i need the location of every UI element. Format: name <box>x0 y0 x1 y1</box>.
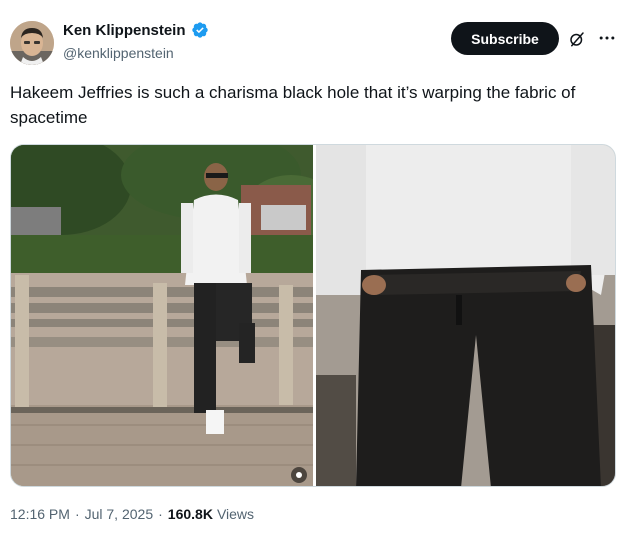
author-name[interactable]: Ken Klippenstein <box>63 22 186 39</box>
meta-separator-2: · <box>158 506 163 522</box>
photo-right-image <box>316 145 615 486</box>
grok-icon[interactable] <box>568 30 586 48</box>
views-count[interactable]: 160.8K <box>168 506 213 522</box>
tweet-meta: 12:16 PM · Jul 7, 2025 · 160.8K Views <box>10 506 254 522</box>
meta-separator: · <box>74 506 80 522</box>
avatar[interactable] <box>10 21 54 65</box>
photo-man-on-bench[interactable] <box>11 145 313 486</box>
more-icon[interactable] <box>597 28 617 48</box>
tweet-time[interactable]: 12:16 PM <box>10 506 70 522</box>
author-name-row: Ken Klippenstein <box>63 21 209 39</box>
tweet-card: Ken Klippenstein @kenklippenstein Subscr… <box>0 0 634 536</box>
author-handle[interactable]: @kenklippenstein <box>63 45 174 61</box>
media-grid <box>10 144 616 487</box>
photo-closeup-pants[interactable] <box>316 145 615 486</box>
photo-left-image <box>11 145 313 486</box>
tweet-text: Hakeem Jeffries is such a charisma black… <box>10 83 576 127</box>
tweet-date[interactable]: Jul 7, 2025 <box>85 506 154 522</box>
views-label: Views <box>216 506 255 522</box>
avatar-image <box>10 21 54 65</box>
subscribe-button[interactable]: Subscribe <box>451 22 559 55</box>
verified-badge-icon <box>191 22 208 38</box>
